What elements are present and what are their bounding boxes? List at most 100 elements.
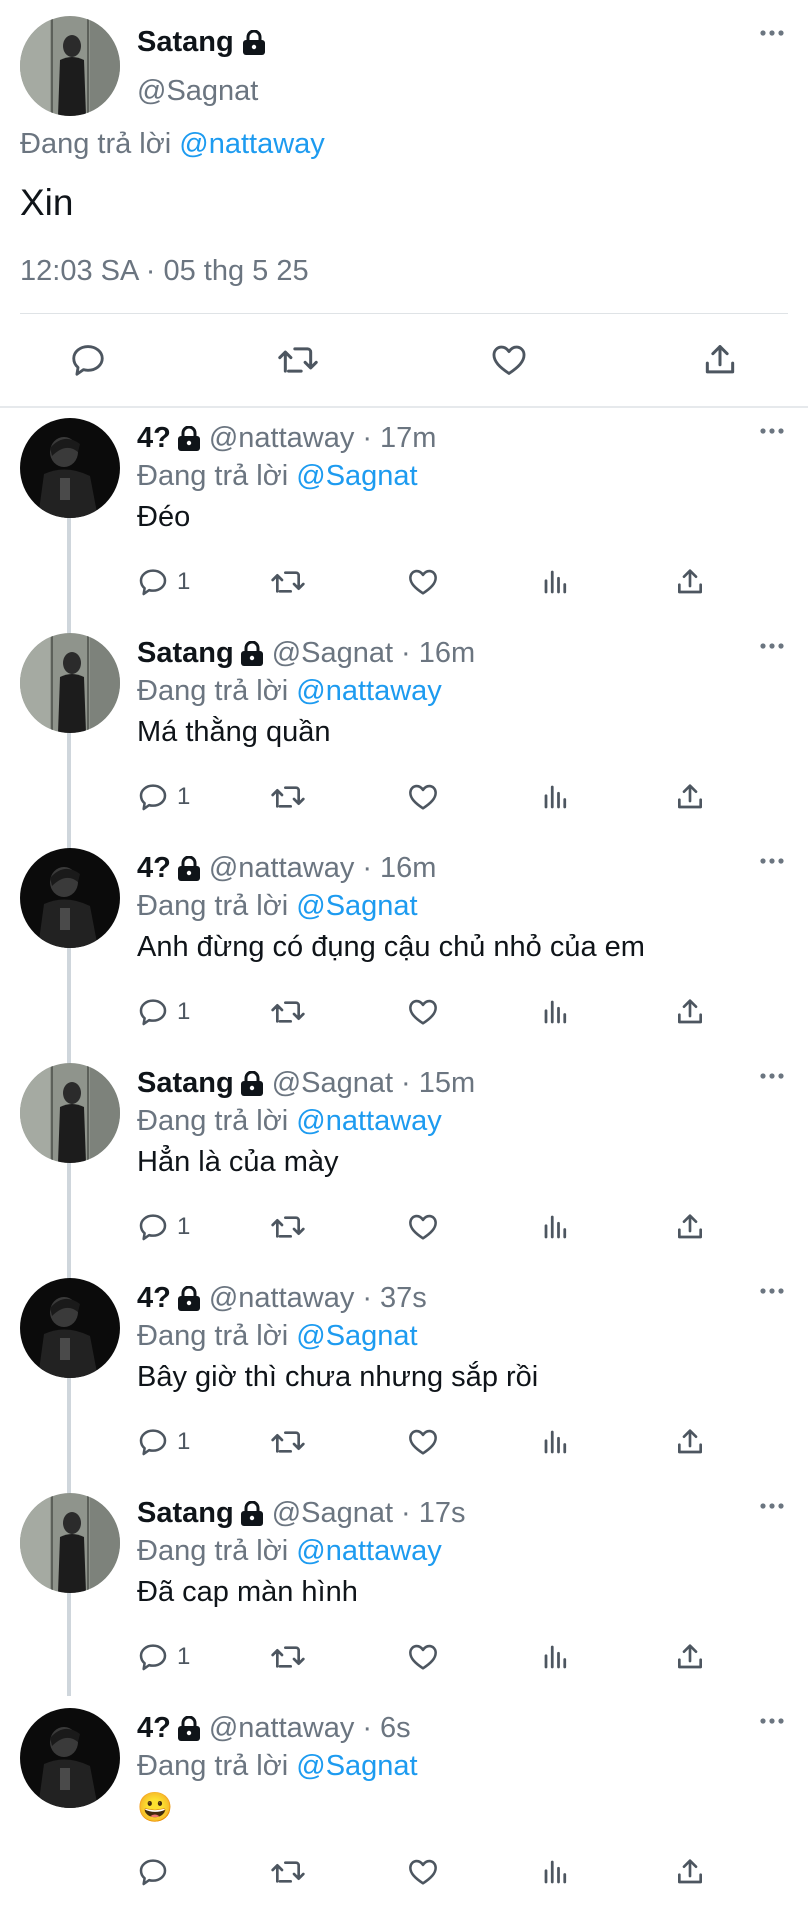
author-name[interactable]: Satang: [137, 1497, 234, 1530]
reply-tweet[interactable]: 4? @nattaway · 16m Đang trả lời @Sagnat …: [0, 838, 808, 1052]
retweet-icon[interactable]: [270, 1209, 306, 1245]
retweet-icon[interactable]: [273, 335, 323, 385]
share-icon[interactable]: [674, 779, 706, 815]
tweet-time[interactable]: 16m: [419, 637, 475, 670]
avatar[interactable]: [20, 633, 120, 733]
avatar[interactable]: [20, 1493, 120, 1593]
retweet-icon[interactable]: [270, 994, 306, 1030]
avatar[interactable]: [20, 16, 120, 116]
reply-button[interactable]: 1: [137, 779, 190, 815]
reply-tweet[interactable]: 4? @nattaway · 17m Đang trả lời @Sagnat …: [0, 408, 808, 622]
replying-to-link[interactable]: @nattaway: [179, 128, 325, 160]
tweet-time[interactable]: 17m: [380, 422, 436, 455]
author-name[interactable]: 4?: [137, 1282, 171, 1315]
reply-button[interactable]: 1: [137, 1639, 190, 1675]
more-options-icon[interactable]: [760, 1288, 784, 1294]
author-handle[interactable]: @nattaway: [209, 422, 355, 455]
avatar[interactable]: [20, 848, 120, 948]
retweet-icon[interactable]: [270, 1639, 306, 1675]
replying-to-label: Đang trả lời: [137, 890, 289, 922]
share-icon[interactable]: [674, 564, 706, 600]
replying-to-link[interactable]: @Sagnat: [296, 1750, 417, 1782]
more-options-icon[interactable]: [760, 30, 784, 36]
author-handle[interactable]: @nattaway: [209, 1712, 355, 1745]
analytics-icon[interactable]: [541, 564, 571, 600]
retweet-icon[interactable]: [270, 779, 306, 815]
more-options-icon[interactable]: [760, 428, 784, 434]
share-icon[interactable]: [674, 1639, 706, 1675]
more-options-icon[interactable]: [760, 1073, 784, 1079]
analytics-icon[interactable]: [541, 1854, 571, 1890]
like-icon[interactable]: [406, 1424, 440, 1460]
analytics-icon[interactable]: [541, 1209, 571, 1245]
author-name[interactable]: Satang: [137, 637, 234, 670]
like-icon[interactable]: [406, 1639, 440, 1675]
tweet-actions: [0, 1854, 808, 1890]
avatar[interactable]: [20, 1278, 120, 1378]
tweet-time[interactable]: 37s: [380, 1282, 427, 1315]
share-icon[interactable]: [674, 994, 706, 1030]
author-handle[interactable]: @nattaway: [209, 852, 355, 885]
author-handle[interactable]: @Sagnat: [272, 637, 393, 670]
author-handle[interactable]: @Sagnat: [272, 1497, 393, 1530]
share-icon[interactable]: [695, 335, 745, 385]
reply-icon[interactable]: [63, 335, 113, 385]
reply-tweet[interactable]: Satang @Sagnat · 16m Đang trả lời @natta…: [0, 623, 808, 837]
separator: ·: [401, 637, 411, 669]
analytics-icon[interactable]: [541, 994, 571, 1030]
replying-to-link[interactable]: @nattaway: [296, 1105, 442, 1137]
tweet-actions: 1: [0, 994, 808, 1030]
author-name[interactable]: 4?: [137, 422, 171, 455]
analytics-icon[interactable]: [541, 1639, 571, 1675]
reply-tweet[interactable]: Satang @Sagnat · 17s Đang trả lời @natta…: [0, 1483, 808, 1697]
reply-button[interactable]: 1: [137, 994, 190, 1030]
author-name[interactable]: 4?: [137, 852, 171, 885]
reply-icon: [137, 996, 169, 1028]
like-icon[interactable]: [406, 564, 440, 600]
like-icon[interactable]: [406, 779, 440, 815]
analytics-icon[interactable]: [541, 1424, 571, 1460]
tweet-time[interactable]: 6s: [380, 1712, 411, 1745]
avatar[interactable]: [20, 1708, 120, 1808]
author-name[interactable]: Satang: [137, 1067, 234, 1100]
analytics-icon[interactable]: [541, 779, 571, 815]
replying-to-link[interactable]: @nattaway: [296, 675, 442, 707]
retweet-icon[interactable]: [270, 564, 306, 600]
author-name[interactable]: 4?: [137, 1712, 171, 1745]
replying-to-link[interactable]: @Sagnat: [296, 890, 417, 922]
retweet-icon[interactable]: [270, 1424, 306, 1460]
more-options-icon[interactable]: [760, 1503, 784, 1509]
more-options-icon[interactable]: [760, 1718, 784, 1724]
reply-button[interactable]: [137, 1854, 169, 1890]
like-icon[interactable]: [406, 1854, 440, 1890]
reply-tweet[interactable]: Satang @Sagnat · 15m Đang trả lời @natta…: [0, 1053, 808, 1267]
share-icon[interactable]: [674, 1854, 706, 1890]
tweet-time[interactable]: 16m: [380, 852, 436, 885]
tweet-timestamp[interactable]: 12:03 SA · 05 thg 5 25: [20, 255, 309, 288]
like-icon[interactable]: [406, 994, 440, 1030]
avatar[interactable]: [20, 1063, 120, 1163]
reply-button[interactable]: 1: [137, 564, 190, 600]
author-handle[interactable]: @nattaway: [209, 1282, 355, 1315]
tweet-time[interactable]: 17s: [419, 1497, 466, 1530]
reply-tweet[interactable]: 4? @nattaway · 37s Đang trả lời @Sagnat …: [0, 1268, 808, 1482]
like-icon[interactable]: [406, 1209, 440, 1245]
avatar[interactable]: [20, 418, 120, 518]
author-name[interactable]: Satang: [137, 26, 266, 59]
reply-button[interactable]: 1: [137, 1209, 190, 1245]
replying-to: Đang trả lời @Sagnat: [137, 1750, 418, 1783]
author-handle[interactable]: @Sagnat: [137, 75, 258, 108]
replying-to-link[interactable]: @Sagnat: [296, 1320, 417, 1352]
retweet-icon[interactable]: [270, 1854, 306, 1890]
like-icon[interactable]: [484, 335, 534, 385]
more-options-icon[interactable]: [760, 643, 784, 649]
more-options-icon[interactable]: [760, 858, 784, 864]
reply-button[interactable]: 1: [137, 1424, 190, 1460]
reply-tweet[interactable]: 4? @nattaway · 6s Đang trả lời @Sagnat 😀: [0, 1698, 808, 1912]
tweet-time[interactable]: 15m: [419, 1067, 475, 1100]
share-icon[interactable]: [674, 1424, 706, 1460]
share-icon[interactable]: [674, 1209, 706, 1245]
replying-to-link[interactable]: @nattaway: [296, 1535, 442, 1567]
author-handle[interactable]: @Sagnat: [272, 1067, 393, 1100]
replying-to-link[interactable]: @Sagnat: [296, 460, 417, 492]
